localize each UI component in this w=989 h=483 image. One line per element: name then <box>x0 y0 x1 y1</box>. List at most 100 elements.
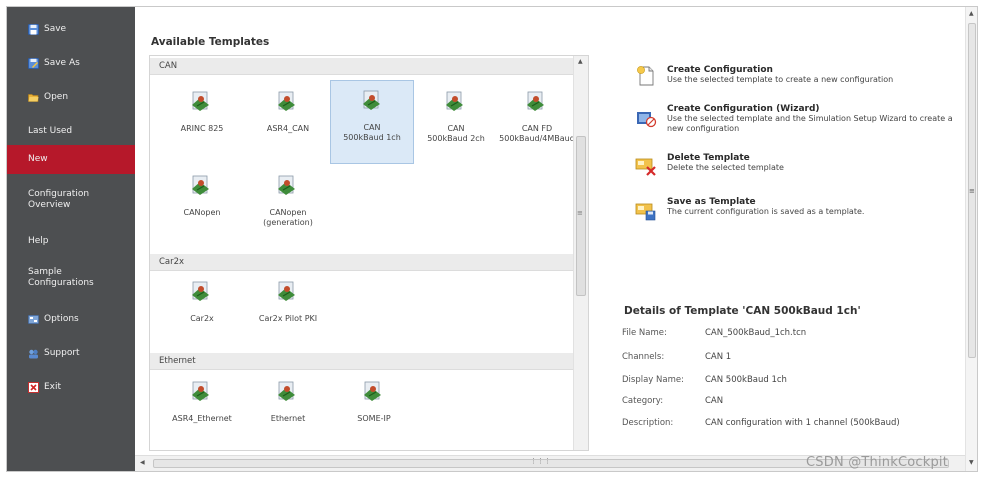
template-icon <box>192 381 209 401</box>
template-label: CANopen (generation) <box>263 208 313 227</box>
template-label: CANopen <box>183 208 221 217</box>
scroll-up-arrow-icon[interactable]: ▲ <box>969 10 974 17</box>
template-tile-ethernet[interactable]: Ethernet <box>246 372 330 450</box>
sidebar-item-label: Save <box>44 23 67 34</box>
template-tile-asr4-ethernet[interactable]: ASR4_Ethernet <box>160 372 244 450</box>
scroll-left-arrow-icon[interactable]: ◀ <box>140 459 145 466</box>
group-header-ethernet: Ethernet <box>150 353 573 370</box>
exit-icon <box>28 381 39 393</box>
sidebar-item-new[interactable]: New <box>7 145 135 174</box>
template-icon <box>446 91 463 111</box>
detail-label: Display Name: <box>622 375 684 385</box>
sidebar-item-last-used[interactable]: Last Used <box>7 119 135 143</box>
template-label: CAN 500kBaud 2ch <box>427 124 485 143</box>
save-as-template-desc: The current configuration is saved as a … <box>667 207 865 216</box>
template-tile-canopen[interactable]: CANopen <box>160 166 244 250</box>
detail-label: Description: <box>622 418 674 428</box>
scroll-up-arrow-icon[interactable]: ▲ <box>578 58 583 65</box>
template-label: ARINC 825 <box>180 124 224 133</box>
sidebar-item-label: Open <box>44 91 69 102</box>
template-icon <box>192 175 209 195</box>
create-configuration-wizard-title: Create Configuration (Wizard) <box>667 104 820 114</box>
grip-icon: ≡ <box>577 209 583 217</box>
detail-value: CAN 500kBaud 1ch <box>705 375 787 385</box>
template-icon <box>278 281 295 301</box>
template-tile-can-500kbaud-1ch[interactable]: CAN 500kBaud 1ch <box>330 80 414 164</box>
create-configuration-title: Create Configuration <box>667 65 773 75</box>
detail-label: Channels: <box>622 352 665 362</box>
template-icon <box>527 91 544 111</box>
sidebar-item-options[interactable]: Options <box>7 307 135 331</box>
template-tile-arinc-825[interactable]: ARINC 825 <box>160 82 244 166</box>
sidebar-item-exit[interactable]: Exit <box>7 375 135 399</box>
template-label: CAN FD 500kBaud/4MBaud <box>499 124 575 143</box>
template-label: SOME-IP <box>357 414 391 423</box>
save-template-icon <box>635 203 656 221</box>
sidebar-item-support[interactable]: Support <box>7 341 135 365</box>
template-icon <box>364 381 381 401</box>
available-templates-title: Available Templates <box>151 36 270 48</box>
sidebar-item-help[interactable]: Help <box>7 229 135 253</box>
delete-template-title: Delete Template <box>667 153 750 163</box>
detail-value: CAN configuration with 1 channel (500kBa… <box>705 418 900 428</box>
detail-value: CAN 1 <box>705 352 732 362</box>
folder-open-icon <box>28 93 39 102</box>
template-tile-can-500kbaud-2ch[interactable]: CAN 500kBaud 2ch <box>414 82 498 166</box>
grip-icon: ≡ <box>969 187 975 195</box>
group-header-car2x: Car2x <box>150 254 573 271</box>
application-window: Save Save As Open Last Used New Configur… <box>6 6 978 472</box>
save-as-template-title: Save as Template <box>667 197 756 207</box>
detail-label: File Name: <box>622 328 667 338</box>
support-icon <box>29 349 38 358</box>
template-tile-car2x[interactable]: Car2x <box>160 272 244 356</box>
delete-template-icon <box>635 158 656 176</box>
template-label: Ethernet <box>270 414 306 423</box>
template-label: CAN 500kBaud 1ch <box>343 123 401 142</box>
sidebar-item-label: New <box>28 154 48 164</box>
template-label: Car2x Pilot PKI <box>258 314 318 323</box>
template-tile-some-ip[interactable]: SOME-IP <box>332 372 416 450</box>
template-list: CAN ARINC 825 ASR4_CAN CAN 500kBaud 1ch … <box>149 55 589 451</box>
sidebar-item-label: Options <box>44 313 79 324</box>
template-icon <box>192 281 209 301</box>
backstage-sidebar: Save Save As Open Last Used New Configur… <box>7 7 135 471</box>
template-list-scrollbar[interactable]: ▲ ≡ <box>573 56 588 450</box>
template-icon <box>192 91 209 111</box>
sidebar-item-label: Exit <box>44 381 62 392</box>
delete-template-desc: Delete the selected template <box>667 163 784 172</box>
template-label: ASR4_CAN <box>266 124 310 133</box>
detail-label: Category: <box>622 396 664 406</box>
detail-value: CAN_500kBaud_1ch.tcn <box>705 328 807 338</box>
template-tile-car2x-pilot-pki[interactable]: Car2x Pilot PKI <box>246 272 330 356</box>
sidebar-item-label: Help <box>28 235 49 246</box>
sidebar-item-label: Last Used <box>28 125 73 136</box>
new-document-icon <box>637 66 654 86</box>
template-label: Car2x <box>190 314 214 323</box>
create-configuration-desc: Use the selected template to create a ne… <box>667 75 894 84</box>
watermark: CSDN @ThinkCockpit <box>806 455 949 470</box>
sidebar-item-sample-configurations[interactable]: Sample Configurations <box>7 263 135 293</box>
template-icon <box>278 91 295 111</box>
template-tile-can-fd[interactable]: CAN FD 500kBaud/4MBaud <box>495 82 579 166</box>
main-panel: Available Templates CAN ARINC 825 ASR4_C… <box>135 7 965 471</box>
scroll-down-arrow-icon[interactable]: ▼ <box>969 459 974 466</box>
template-label: ASR4_Ethernet <box>172 414 232 423</box>
template-icon <box>278 381 295 401</box>
save-as-icon <box>28 57 39 69</box>
create-configuration-wizard-desc: Use the selected template and the Simula… <box>667 114 953 133</box>
sidebar-item-label: Support <box>44 347 80 358</box>
save-icon <box>28 23 39 35</box>
details-title: Details of Template 'CAN 500kBaud 1ch' <box>624 305 861 317</box>
sidebar-item-save-as[interactable]: Save As <box>7 51 135 75</box>
sidebar-item-save[interactable]: Save <box>7 17 135 41</box>
template-tile-asr4-can[interactable]: ASR4_CAN <box>246 82 330 166</box>
sidebar-item-label: Configuration Overview <box>28 189 90 210</box>
template-tile-canopen-generation[interactable]: CANopen (generation) <box>246 166 330 250</box>
sidebar-item-label: Save As <box>44 57 80 68</box>
wizard-icon <box>637 112 657 128</box>
template-icon <box>278 175 295 195</box>
group-header-can: CAN <box>150 58 573 75</box>
sidebar-item-configuration-overview[interactable]: Configuration Overview <box>7 185 135 215</box>
window-vertical-scrollbar[interactable]: ▲ ≡ ▼ <box>965 7 977 471</box>
sidebar-item-open[interactable]: Open <box>7 85 135 109</box>
